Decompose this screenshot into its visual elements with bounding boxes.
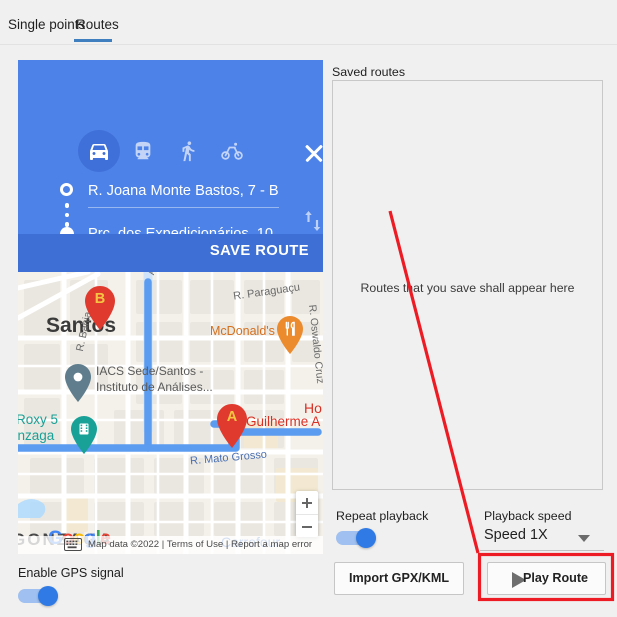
poi-pin-roxy[interactable] [70, 416, 98, 454]
tab-routes[interactable]: Routes [74, 14, 121, 35]
playback-speed-select[interactable]: Speed 1X [480, 525, 604, 551]
import-gpx-kml-button[interactable]: Import GPX/KML [334, 562, 464, 595]
save-route-label: SAVE ROUTE [209, 243, 309, 259]
map-pin-a[interactable]: A [216, 404, 248, 448]
tab-bar: Single points Routes [0, 14, 617, 44]
repeat-playback-label: Repeat playback [336, 509, 429, 523]
gps-signal-label: Enable GPS signal [18, 566, 124, 580]
car-mode-button[interactable] [78, 130, 120, 172]
bike-mode-button[interactable] [211, 130, 253, 172]
play-route-button[interactable]: Play Route [487, 562, 606, 595]
transport-mode-group [78, 130, 258, 172]
playback-speed-label: Playback speed [484, 509, 572, 523]
map-pin-b[interactable]: B [84, 286, 116, 330]
import-button-label: Import GPX/KML [348, 571, 450, 585]
poi-pin-iacs[interactable] [64, 364, 92, 402]
transit-mode-button[interactable] [122, 130, 164, 172]
repeat-toggle-knob [356, 528, 376, 548]
poi-pin-mcdonalds[interactable] [276, 316, 304, 354]
saved-routes-list[interactable]: Routes that you save shall appear here [332, 80, 603, 490]
origin-input[interactable]: R. Joana Monte Bastos, 7 - B [88, 180, 279, 208]
repeat-playback-toggle[interactable] [336, 528, 380, 548]
app-root: Single points Routes R. Joana Monte Bast… [0, 0, 617, 617]
swap-vertical-icon[interactable] [302, 208, 323, 234]
train-icon [132, 140, 154, 162]
tab-bar-divider [0, 44, 617, 45]
map-pin-b-label: B [94, 291, 106, 307]
walk-mode-button[interactable] [167, 130, 209, 172]
walking-icon [177, 140, 199, 162]
map-zoom-controls [296, 491, 318, 537]
directions-card: R. Joana Monte Bastos, 7 - B Prç. dos Ex… [18, 60, 323, 272]
zoom-in-button[interactable] [296, 491, 318, 514]
origin-dot-icon [60, 183, 73, 196]
map-attribution-bar: Map data ©2022 | Terms of Use | Report a… [18, 536, 323, 554]
playback-speed-value: Speed 1X [484, 527, 548, 543]
zoom-out-button[interactable] [296, 514, 318, 537]
saved-routes-empty-text: Routes that you save shall appear here [360, 281, 575, 295]
map-attribution-text[interactable]: Map data ©2022 | Terms of Use | Report a… [88, 539, 312, 550]
car-icon [87, 139, 111, 163]
tab-active-indicator [74, 39, 112, 42]
keyboard-shortcuts-icon[interactable] [64, 538, 82, 551]
chevron-down-icon [578, 535, 590, 542]
map-pin-a-label: A [226, 409, 238, 425]
play-button-label: Play Route [522, 571, 589, 585]
saved-routes-label: Saved routes [332, 65, 406, 79]
map-canvas[interactable]: Santos R. Bahia Av. R. Paraguaçu McDonal… [18, 272, 323, 554]
close-icon[interactable] [301, 140, 323, 166]
map-tiles [18, 272, 323, 554]
gps-signal-toggle[interactable] [18, 586, 62, 606]
gps-toggle-knob [38, 586, 58, 606]
bicycle-icon [220, 139, 244, 163]
save-route-button[interactable]: SAVE ROUTE [18, 234, 323, 272]
